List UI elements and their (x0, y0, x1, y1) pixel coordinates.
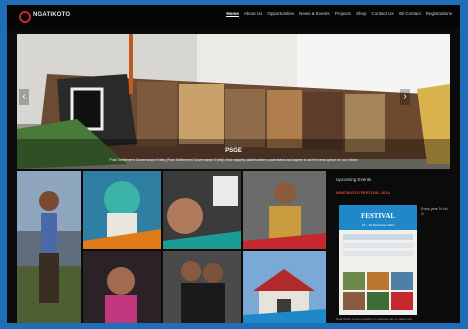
website-frame: NGATIKOTO Home About Us Opportunities Ne… (7, 5, 460, 323)
nav-registrations[interactable]: Registrations (426, 11, 452, 17)
poster-collage (339, 230, 417, 315)
gallery-photo-children-mask[interactable] (83, 171, 161, 249)
nav-home[interactable]: Home (226, 11, 239, 17)
hero-slider[interactable]: ‹ › PSGE Post Settlement Governance Enti… (17, 34, 450, 169)
logo-wordmark: NGATIKOTO (33, 12, 71, 18)
festival-poster[interactable]: FESTIVAL 18 – 20 December 2014 (339, 205, 417, 315)
event-title-link[interactable]: NGATIKOTO FESTIVAL 2014 (336, 190, 454, 195)
sidebar-heading: Upcoming Events (336, 177, 372, 182)
poster-title: FESTIVAL (360, 212, 396, 220)
nav-opportunities[interactable]: Opportunities (267, 11, 294, 17)
nav-news-events[interactable]: News & Events (299, 11, 330, 17)
events-sidebar: Upcoming Events NGATIKOTO FESTIVAL 2014 … (336, 177, 454, 323)
poster-dates: 18 – 20 December 2014 (361, 223, 395, 227)
photo-gallery (17, 171, 326, 323)
gallery-photo-building[interactable] (243, 251, 326, 323)
gallery-photo-performer[interactable] (17, 171, 81, 323)
slider-next-arrow-icon[interactable]: › (400, 89, 410, 105)
slider-prev-arrow-icon[interactable]: ‹ (19, 89, 29, 105)
gallery-photo-girl[interactable] (163, 171, 241, 249)
main-nav: Home About Us Opportunities News & Event… (226, 11, 452, 17)
event-description: Every year Te Iwi O (421, 207, 448, 216)
slider-caption-text: Post Settlement Governance Entity (Post … (109, 158, 358, 162)
site-logo[interactable]: NGATIKOTO (19, 11, 71, 24)
nav-shop[interactable]: Shop (356, 11, 367, 17)
nav-contact-us[interactable]: Contact Us (371, 11, 393, 17)
event-footer-text: Ngai Tahito comes together to celebrate … (336, 317, 412, 321)
nav-projects[interactable]: Projects (335, 11, 351, 17)
nav-about-us[interactable]: About Us (244, 11, 263, 17)
gallery-photo-teen[interactable] (83, 251, 161, 323)
gallery-photo-men[interactable] (163, 251, 241, 323)
nav-wi-contact[interactable]: Wi Contact (399, 11, 421, 17)
site-header: NGATIKOTO Home About Us Opportunities Ne… (7, 5, 460, 29)
slider-caption-title: PSGE (225, 148, 242, 154)
gallery-photo-elder[interactable] (243, 171, 326, 249)
logo-swirl-icon (19, 11, 31, 23)
